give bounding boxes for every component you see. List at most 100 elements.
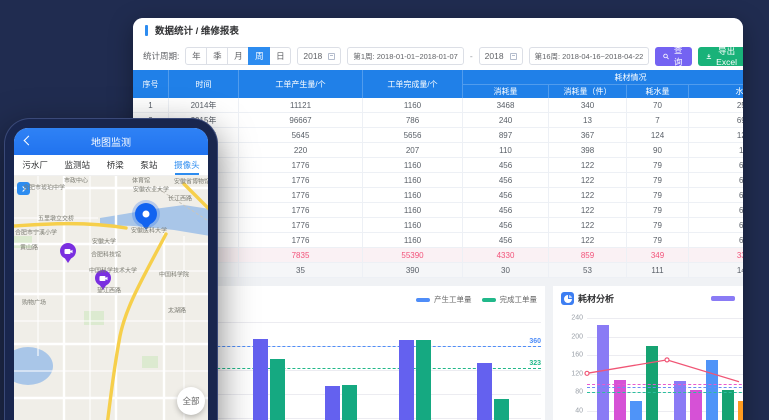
cell-value: 398: [549, 143, 627, 158]
export-excel-button[interactable]: 导出Excel: [698, 47, 743, 66]
map-all-button[interactable]: 全部: [177, 387, 205, 415]
map-label: 安徽省博物馆: [174, 177, 208, 186]
column-header: 工单产生量/个: [239, 70, 363, 98]
query-button[interactable]: 查询: [655, 47, 692, 66]
y-axis-tick: 40: [575, 408, 583, 415]
cell-value: 122: [549, 218, 627, 233]
end-year-value: 2018: [485, 51, 504, 61]
start-week-input[interactable]: 第1周: 2018-01-01~2018-01-07: [347, 47, 463, 65]
cell-value: 67: [689, 188, 743, 203]
map-label: 五里墩立交桥: [38, 214, 74, 223]
period-option-年[interactable]: 年: [185, 47, 207, 65]
phone-tab-摄像头[interactable]: 摄像头: [172, 155, 202, 175]
cell-value: 79: [627, 218, 689, 233]
period-option-季[interactable]: 季: [206, 47, 228, 65]
period-option-日[interactable]: 日: [269, 47, 291, 65]
y-axis-tick: 240: [571, 315, 583, 322]
period-segmented-control: 年季月周日: [185, 47, 291, 65]
cell-value: 1160: [363, 188, 463, 203]
legend-item[interactable]: 完成工单量: [482, 294, 538, 305]
column-header: 序号: [133, 70, 169, 98]
cell-value: 122: [549, 158, 627, 173]
end-year-select[interactable]: 2018: [479, 47, 523, 65]
cell-value: 122: [549, 173, 627, 188]
right-chart-legend-swatch[interactable]: [711, 296, 735, 301]
end-week-input[interactable]: 第16周: 2018-04-16~2018-04-22: [529, 47, 650, 65]
breadcrumb-text: 数据统计 / 维修报表: [155, 23, 239, 37]
cell-value: 456: [463, 218, 549, 233]
legend-swatch: [416, 298, 430, 302]
cell-value: 220: [239, 143, 363, 158]
total-row: 合计7835553904330859349335: [133, 248, 743, 263]
cell-value: 1776: [239, 188, 363, 203]
cell-value: 207: [363, 143, 463, 158]
cell-value: 67: [689, 173, 743, 188]
pie-chart-icon: [561, 292, 574, 305]
y-axis-tick: 200: [571, 333, 583, 340]
cell-time: 2014年: [169, 98, 239, 113]
charts-row: 产生工单量完成工单量360323 耗材分析2402001601208040: [133, 286, 743, 420]
map-label: 长江西路: [168, 194, 192, 203]
export-button-label: 导出Excel: [715, 45, 739, 67]
table-header: 序号时间工单产生量/个工单完成量/个耗材情况消耗量消耗量（件）耗水量水量: [133, 70, 743, 98]
legend-swatch: [482, 298, 496, 302]
average-value: 30: [463, 263, 549, 278]
back-chevron-icon[interactable]: [24, 136, 34, 146]
sub-column-header: 消耗量: [463, 85, 549, 98]
right-chart-header: 耗材分析: [561, 292, 614, 305]
cell-value: 13: [549, 113, 627, 128]
map-label: 合肥市宁溪小学: [15, 228, 57, 237]
cell-value: 122: [549, 188, 627, 203]
range-separator: -: [470, 51, 473, 61]
cell-value: 90: [627, 143, 689, 158]
table-row: 52018年177611604561227967: [133, 158, 743, 173]
selected-camera-pin[interactable]: [135, 203, 157, 225]
table-row: 92022年177611604561227967: [133, 218, 743, 233]
phone-screen: 地图监测 污水厂监测站桥梁泵站摄像头: [14, 128, 208, 420]
phone-tab-桥梁[interactable]: 桥梁: [105, 155, 126, 175]
cell-value: 96667: [239, 113, 363, 128]
average-row: 平均值353903053111140: [133, 263, 743, 278]
start-year-select[interactable]: 2018: [297, 47, 341, 65]
legend-item[interactable]: 产生工单量: [416, 294, 472, 305]
screenshot-root: { "dashboard": { "breadcrumb": "数据统计 / 维…: [0, 0, 769, 420]
phone-tab-污水厂[interactable]: 污水厂: [20, 155, 50, 175]
cell-value: 79: [627, 188, 689, 203]
map-view[interactable]: 全部 市政中心合肥市琥珀中学体育馆安徽农业大学安徽省博物馆长江西路五里墩立交桥合…: [14, 176, 208, 420]
cell-value: 79: [627, 158, 689, 173]
calendar-icon: [510, 53, 517, 60]
map-label: 体育馆: [132, 176, 150, 185]
cell-value: 1160: [363, 98, 463, 113]
cell-value: 456: [463, 203, 549, 218]
phone-tab-泵站[interactable]: 泵站: [138, 155, 159, 175]
cell-value: 3468: [463, 98, 549, 113]
total-value: 335: [689, 248, 743, 263]
period-option-月[interactable]: 月: [227, 47, 249, 65]
group-header: 耗材情况: [463, 70, 743, 85]
bar: [477, 363, 492, 420]
y-axis-tick: 160: [571, 352, 583, 359]
cell-value: 1776: [239, 158, 363, 173]
cell-value: 79: [627, 203, 689, 218]
average-value: 53: [549, 263, 627, 278]
cell-value: 67: [689, 233, 743, 248]
total-value: 859: [549, 248, 627, 263]
map-label: 黄山路: [20, 243, 38, 252]
camera-pin[interactable]: [60, 243, 76, 259]
phone-tab-监测站[interactable]: 监测站: [63, 155, 93, 175]
cell-value: 124: [627, 128, 689, 143]
report-table: 序号时间工单产生量/个工单完成量/个耗材情况消耗量消耗量（件）耗水量水量1201…: [133, 70, 743, 278]
period-label: 统计周期:: [143, 50, 179, 62]
cell-value: 340: [549, 98, 627, 113]
cell-value: 1160: [363, 173, 463, 188]
cell-value: 1160: [363, 233, 463, 248]
phone-tab-bar: 污水厂监测站桥梁泵站摄像头: [14, 155, 208, 176]
cell-value: 79: [627, 173, 689, 188]
cell-value: 786: [363, 113, 463, 128]
period-option-周[interactable]: 周: [248, 47, 270, 65]
sub-column-header: 水量: [689, 85, 743, 98]
y-axis-tick: 120: [571, 370, 583, 377]
map-label: 安徽农业大学: [133, 185, 169, 194]
legend-label: 产生工单量: [434, 294, 472, 305]
phone-app-header: 地图监测: [14, 128, 208, 155]
